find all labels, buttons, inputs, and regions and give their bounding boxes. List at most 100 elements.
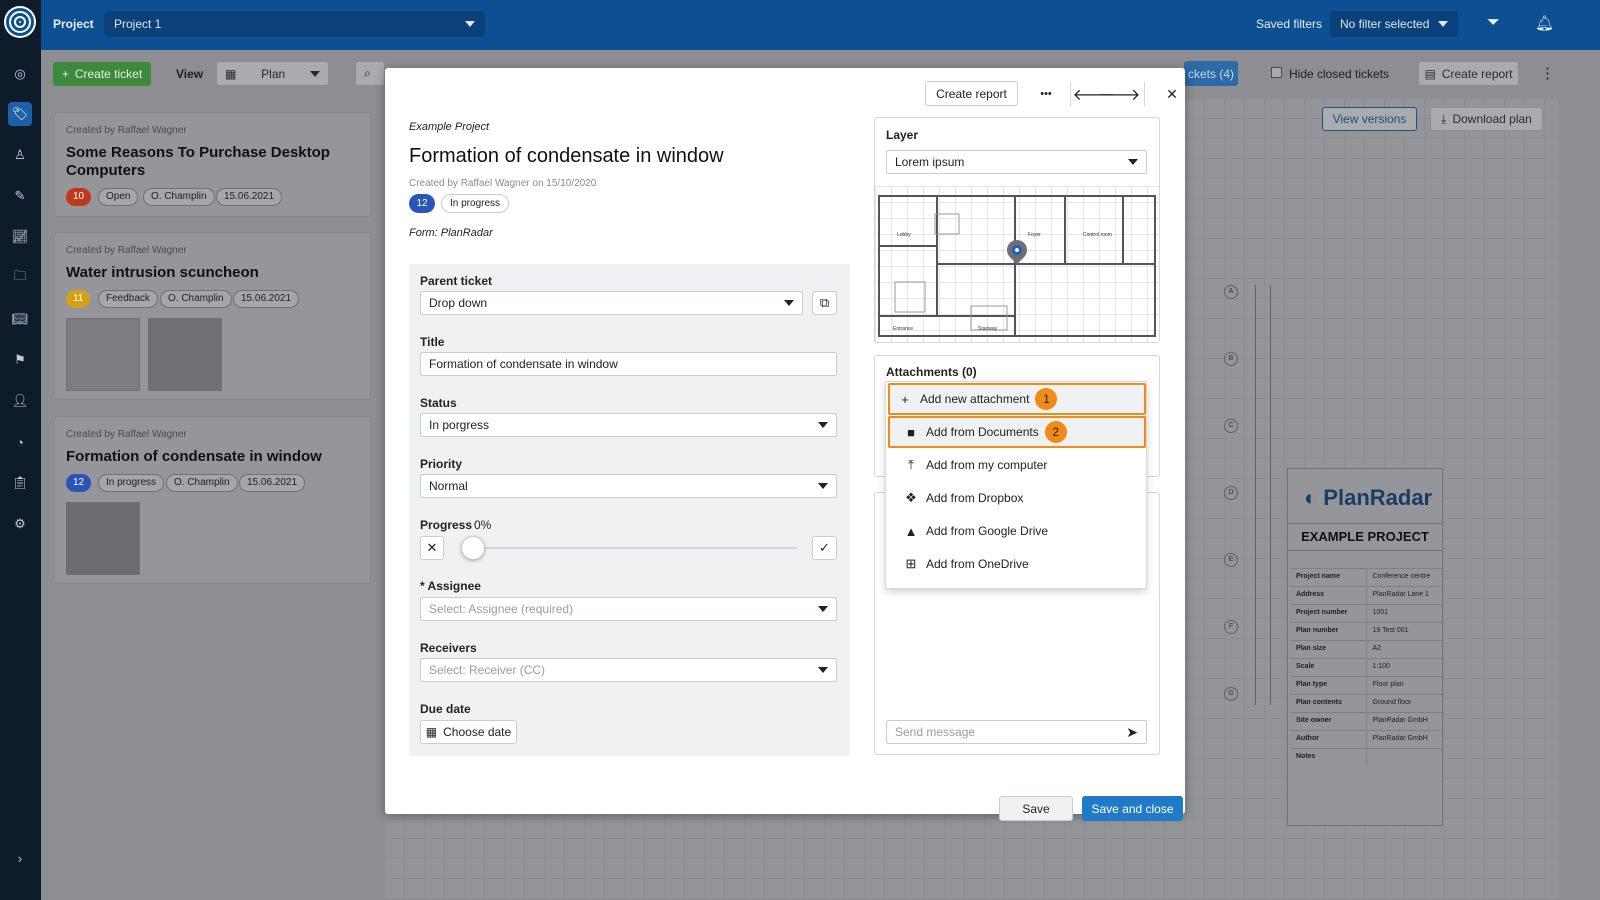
chart-icon[interactable]: 📈︎ <box>8 225 32 249</box>
ticket-photo[interactable] <box>148 318 222 391</box>
priority-select[interactable]: Normal <box>420 474 837 498</box>
title-input[interactable]: Formation of condensate in window <box>420 352 837 376</box>
create-report-button[interactable]: Create report <box>925 81 1018 106</box>
receivers-select[interactable]: Select: Receiver (CC) <box>420 658 837 682</box>
ticket-photo[interactable] <box>66 502 140 575</box>
download-plan-button[interactable]: ⤓ Download plan <box>1430 107 1543 131</box>
titleblock-row: Scale 1:100 <box>1290 658 1442 676</box>
report-icon: ▤ <box>1424 66 1436 81</box>
settings-icon[interactable]: ⚙ <box>8 512 32 536</box>
arrow-right-icon[interactable]: 🡒 <box>1098 82 1141 106</box>
add-from-computer-item[interactable]: ⤒ Add from my computer <box>888 449 1146 481</box>
map-icon: ▦ <box>225 66 237 81</box>
grid-axis-marker: G <box>1224 687 1238 701</box>
status-select[interactable]: In porgress <box>420 413 837 437</box>
search-input[interactable]: ⌕ <box>355 61 385 86</box>
create-ticket-button[interactable]: + Create ticket <box>53 62 151 86</box>
choose-date-button[interactable]: ▦ Choose date <box>420 720 517 744</box>
ticket-number-badge: 10 <box>66 188 92 206</box>
message-input[interactable]: Send message ➤ <box>886 720 1147 744</box>
divider <box>1070 82 1071 106</box>
titleblock-value: Floor plan <box>1365 677 1443 694</box>
user-icon[interactable]: 👤︎ <box>8 389 32 413</box>
tickets-count-button[interactable]: ckets (4) <box>1184 61 1238 86</box>
ticket-date-chip: 15.06.2021 <box>233 290 300 308</box>
book-icon[interactable]: 📖︎ <box>8 307 32 331</box>
status-label: Status <box>420 396 457 410</box>
folder-nav-icon[interactable]: 🗀 <box>8 266 32 290</box>
titleblock-value: 1001 <box>1365 605 1443 622</box>
create-report-toolbar-button[interactable]: ▤ Create report <box>1418 61 1519 86</box>
titleblock-row: Project name Conference centre <box>1290 568 1442 586</box>
title-value: Formation of condensate in window <box>429 357 618 371</box>
view-select[interactable]: ▦ Plan <box>216 61 329 86</box>
expand-chevron-icon[interactable]: › <box>8 846 32 870</box>
filter-select[interactable]: No filter selected <box>1330 11 1458 37</box>
titleblock-key: Scale <box>1296 663 1315 670</box>
tickets-icon[interactable]: 🏷︎ <box>8 102 32 126</box>
confirm-progress-icon[interactable]: ✓ <box>812 536 837 560</box>
parent-ticket-select[interactable]: Drop down <box>420 291 803 315</box>
status-chip: In progress <box>441 194 510 213</box>
send-icon[interactable]: ➤ <box>1126 724 1138 741</box>
floor-plan-preview[interactable]: Lobby Foyer Control room Entrance Stairw… <box>875 186 1159 342</box>
ticket-card[interactable]: Created by Raffael Wagner Some Reasons T… <box>54 112 371 217</box>
add-from-google-drive-item[interactable]: ▲ Add from Google Drive <box>888 515 1146 547</box>
download-plan-label: Download plan <box>1452 112 1532 126</box>
dimension-line <box>1255 285 1256 705</box>
titleblock-key: Author <box>1296 735 1319 742</box>
view-versions-button[interactable]: View versions <box>1322 107 1417 131</box>
ticket-title: Water intrusion scuncheon <box>66 264 259 281</box>
form-name: Form: PlanRadar <box>409 227 493 239</box>
progress-slider-handle[interactable] <box>461 536 485 560</box>
close-icon[interactable]: ✕ <box>1160 82 1184 106</box>
pie-icon[interactable]: ◔ <box>8 430 32 454</box>
ticket-assignee-chip: O. Champlin <box>166 474 238 492</box>
globe-icon[interactable]: ◎ <box>8 62 32 86</box>
top-bar: Project Project 1 Saved filters No filte… <box>0 0 1600 50</box>
bell-icon[interactable]: 🔔︎ <box>1535 14 1554 32</box>
ticket-title-heading: Formation of condensate in window <box>409 145 724 167</box>
assignee-select[interactable]: Select: Assignee (required) <box>420 597 837 621</box>
clear-progress-icon[interactable]: ✕ <box>420 536 444 560</box>
layer-select[interactable]: Lorem ipsum <box>886 150 1147 174</box>
ticket-title: Formation of condensate in window <box>66 448 322 465</box>
chevron-down-icon <box>1438 21 1448 27</box>
add-from-dropbox-item[interactable]: ❖ Add from Dropbox <box>888 482 1146 514</box>
plus-icon: + <box>901 391 909 407</box>
planradar-logo-icon[interactable] <box>4 6 36 38</box>
message-placeholder: Send message <box>895 725 976 739</box>
download-icon: ⤓ <box>1441 111 1447 126</box>
ticket-card[interactable]: Created by Raffael Wagner Water intrusio… <box>54 232 371 400</box>
more-options-icon[interactable]: ••• <box>1031 82 1061 106</box>
more-vertical-icon[interactable]: ⋮ <box>1540 64 1555 82</box>
save-and-close-button[interactable]: Save and close <box>1082 796 1183 821</box>
add-from-documents-item[interactable]: ■ Add from Documents 2 <box>888 416 1146 448</box>
project-select[interactable]: Project 1 <box>104 11 485 37</box>
titleblock-value <box>1365 749 1443 766</box>
ticket-number-badge: 12 <box>66 474 92 492</box>
ticket-card[interactable]: Created by Raffael Wagner Formation of c… <box>54 416 371 584</box>
user-tree-icon[interactable]: ♙ <box>8 143 32 167</box>
due-date-label: Due date <box>420 702 471 716</box>
filter-icon[interactable]: ⏷ <box>1487 14 1500 32</box>
open-external-icon[interactable]: ⧉ <box>812 291 837 315</box>
ticket-photo[interactable] <box>66 318 140 391</box>
planradar-brand: ◐ PlanRadar <box>1304 485 1432 511</box>
save-button[interactable]: Save <box>999 796 1073 821</box>
add-from-onedrive-item[interactable]: ⊞ Add from OneDrive <box>888 548 1146 580</box>
edit-icon[interactable]: ✎ <box>8 184 32 208</box>
titleblock-key: Site owner <box>1296 717 1332 724</box>
add-new-attachment-item[interactable]: + Add new attachment 1 <box>888 383 1146 415</box>
ticket-assignee-chip: O. Champlin <box>143 188 215 206</box>
hide-closed-checkbox[interactable] <box>1271 67 1282 78</box>
flag-icon[interactable]: ⚑ <box>8 348 32 372</box>
titleblock-row: Address PlanRadar Lane 1 <box>1290 586 1442 604</box>
title-label: Title <box>420 335 445 349</box>
titleblock-value: PlanRadar Lane 1 <box>1365 587 1443 604</box>
clipboard-icon[interactable]: 📋︎ <box>8 471 32 495</box>
project-select-value: Project 1 <box>114 17 162 31</box>
plus-icon: + <box>61 67 69 81</box>
progress-track <box>472 547 797 549</box>
status-value: In porgress <box>429 418 490 432</box>
